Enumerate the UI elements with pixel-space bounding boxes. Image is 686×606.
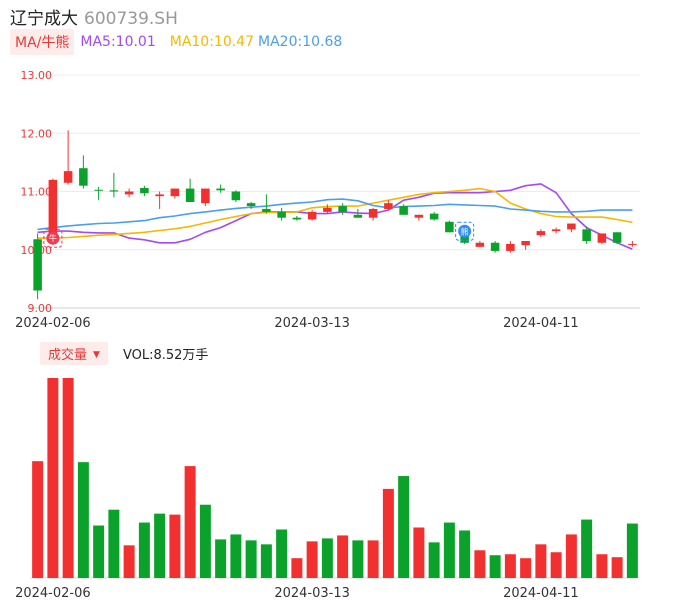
candle-body — [246, 203, 256, 207]
candle-body — [445, 221, 454, 233]
candle-body — [384, 203, 393, 209]
volume-bar — [581, 519, 593, 578]
volume-legend: 成交量 ▼ VOL:8.52万手 — [40, 342, 208, 365]
candle-body — [63, 171, 73, 183]
volume-bar — [535, 544, 547, 578]
volume-bar — [123, 545, 135, 578]
volume-bar — [230, 534, 242, 578]
volume-bar — [62, 378, 74, 578]
volume-bar — [47, 378, 59, 578]
volume-bar — [138, 522, 150, 578]
volume-bar — [520, 558, 532, 578]
candle-body — [368, 208, 378, 218]
volume-bar — [306, 541, 318, 578]
candle-body — [506, 243, 515, 251]
candle-body — [399, 206, 408, 215]
volume-bar — [474, 550, 486, 578]
volume-bar — [398, 476, 410, 578]
candle-body — [628, 243, 637, 245]
volume-bar — [32, 461, 44, 578]
volume-value: VOL:8.52万手 — [122, 348, 209, 363]
volume-bar — [337, 535, 349, 578]
volume-bar — [565, 534, 577, 578]
volume-bar — [596, 554, 608, 578]
bear-signal-marker: 熊 — [455, 221, 475, 241]
candle-body — [551, 229, 561, 232]
x-tick-label: 2024-03-13 — [274, 586, 350, 601]
candle-body — [33, 239, 42, 291]
volume-bar — [260, 544, 272, 578]
candle-body — [140, 188, 149, 194]
candle-body — [475, 242, 485, 247]
candle-body — [124, 191, 134, 195]
volume-indicator-label: 成交量 — [48, 348, 88, 363]
volume-bar — [108, 509, 120, 578]
candle-body — [597, 233, 607, 243]
candle-body — [94, 189, 103, 191]
volume-bar — [184, 466, 196, 578]
y-tick-label: 11.00 — [21, 186, 53, 199]
y-tick-label: 9.00 — [28, 302, 53, 315]
volume-bar — [459, 530, 471, 578]
kline-chart[interactable]: 13.0012.0011.0010.009.002024-02-062024-0… — [0, 0, 686, 330]
candle-body — [231, 191, 241, 201]
volume-bar — [413, 527, 425, 578]
candle-body — [323, 207, 332, 212]
volume-bar — [352, 540, 364, 578]
candle-body — [185, 188, 195, 202]
candle-body — [612, 232, 622, 243]
candle-body — [216, 188, 225, 191]
candle-body — [307, 211, 317, 220]
candle-body — [109, 190, 119, 192]
candle-body — [353, 214, 363, 218]
candle-body — [79, 168, 88, 186]
volume-bar — [321, 538, 333, 578]
candle-body — [48, 179, 58, 236]
x-tick-label: 2024-04-11 — [503, 586, 579, 601]
candle-body — [536, 231, 546, 236]
caret-down-icon: ▼ — [93, 350, 100, 360]
volume-bar — [199, 504, 211, 578]
candle-body — [155, 194, 164, 197]
marker-label: 牛 — [49, 233, 57, 243]
volume-chart[interactable]: 2024-02-06 2024-03-13 2024-04-11 — [0, 366, 686, 606]
candle-body — [414, 214, 424, 218]
x-tick-label: 2024-02-06 — [15, 586, 91, 601]
volume-bar — [428, 542, 440, 578]
x-tick-label: 2024-04-11 — [503, 316, 579, 330]
candle-body — [292, 217, 302, 220]
candle-body — [201, 188, 210, 204]
volume-bar — [276, 529, 288, 578]
volume-bar — [443, 522, 455, 578]
candle-body — [490, 242, 500, 251]
volume-bar — [291, 558, 303, 578]
candle-body — [262, 208, 271, 212]
volume-bar — [154, 513, 166, 578]
volume-bar — [169, 514, 181, 578]
volume-bar — [504, 554, 516, 578]
candle-body — [521, 241, 530, 246]
x-tick-label: 2024-02-06 — [15, 316, 91, 330]
x-tick-label: 2024-03-13 — [274, 316, 350, 330]
y-tick-label: 13.00 — [21, 69, 53, 82]
y-tick-label: 12.00 — [21, 127, 53, 140]
volume-bar — [77, 462, 89, 578]
volume-bar — [93, 525, 105, 578]
candle-body — [277, 211, 286, 218]
volume-bar — [550, 552, 562, 578]
volume-bar — [489, 555, 501, 578]
volume-bar — [611, 557, 623, 578]
candle-body — [567, 223, 576, 230]
volume-bar — [215, 539, 227, 578]
volume-bar — [626, 523, 638, 578]
volume-bar — [367, 540, 379, 578]
candle-body — [582, 229, 591, 242]
volume-bar — [382, 488, 394, 578]
candle-body — [170, 188, 180, 197]
marker-label: 熊 — [461, 226, 469, 236]
candle-body — [429, 213, 439, 220]
volume-bar — [245, 540, 257, 578]
candle-body — [338, 206, 347, 212]
volume-indicator-select[interactable]: 成交量 ▼ — [40, 342, 108, 365]
